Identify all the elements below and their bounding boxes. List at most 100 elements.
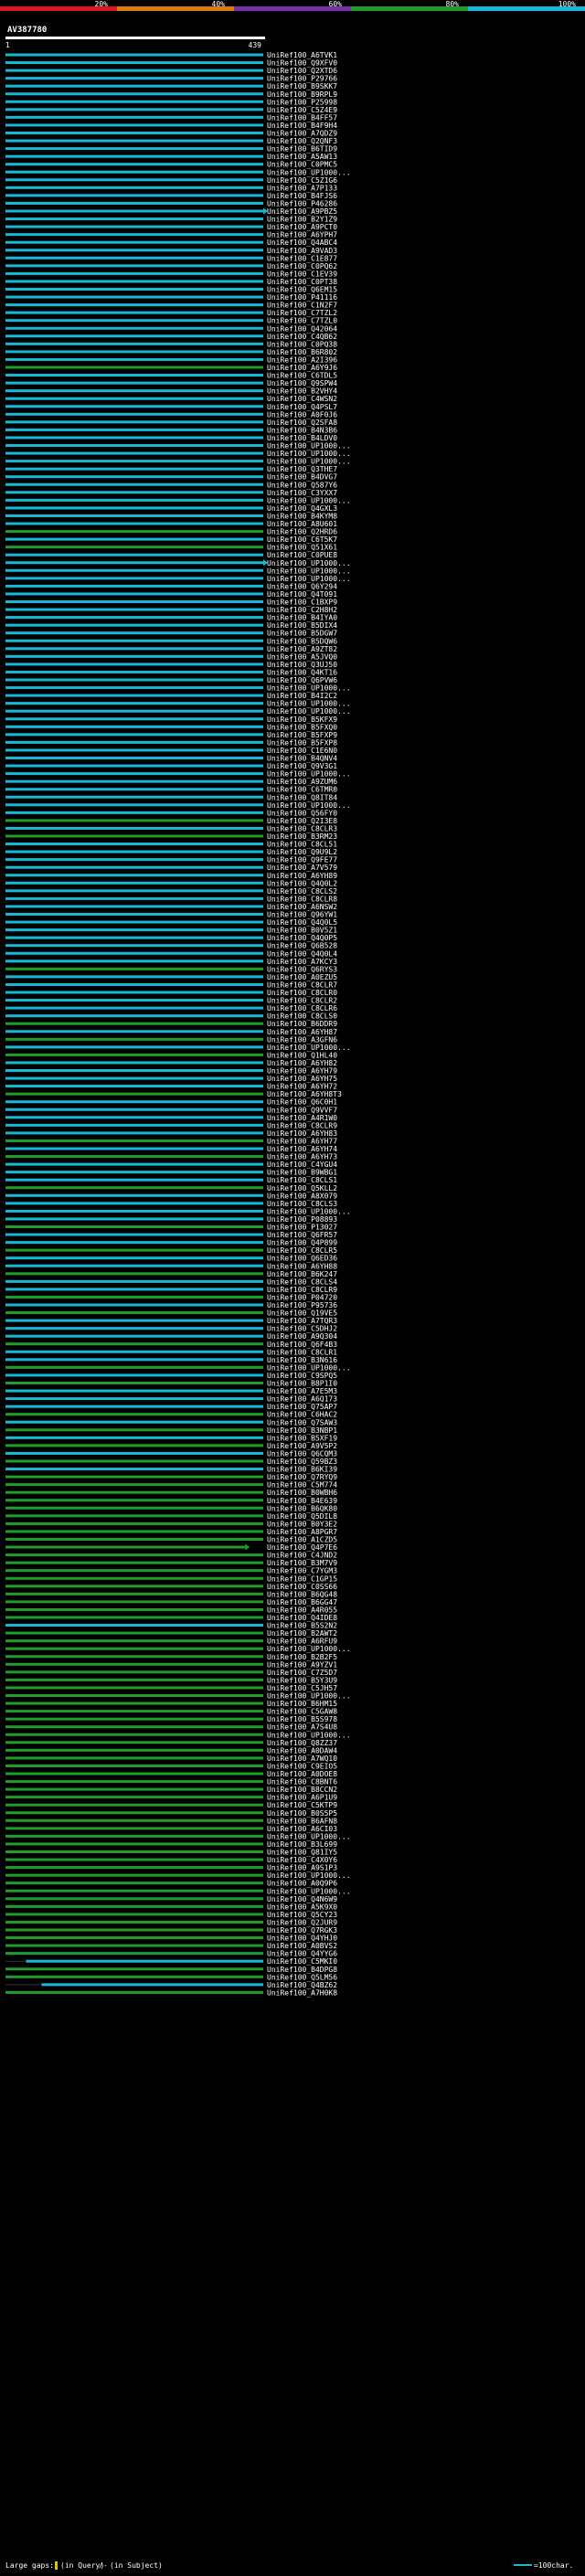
hit-bar[interactable] [5,1006,263,1010]
hit-bar[interactable] [5,522,263,525]
hit-bar[interactable] [5,1827,263,1830]
hit-bar[interactable] [5,233,263,237]
hit-bar[interactable] [5,186,263,189]
hit-bar[interactable] [5,1147,263,1150]
hit-bar[interactable] [5,913,263,916]
hit-bar[interactable] [5,1920,263,1924]
hit-bar[interactable] [5,1803,263,1807]
hit-bar[interactable] [5,295,263,299]
hit-bar[interactable] [5,811,263,814]
hit-bar[interactable] [5,928,263,932]
hit-bar[interactable] [5,1787,263,1791]
hit-bar[interactable] [5,342,263,345]
hit-bar[interactable] [5,412,263,416]
hit-bar[interactable] [5,1319,263,1322]
hit-bar[interactable] [5,944,263,948]
hit-bar[interactable] [5,1171,263,1174]
hit-bar[interactable] [5,1365,263,1369]
hit-bar[interactable] [5,1475,263,1479]
hit-bar[interactable] [5,1585,263,1588]
hit-bar[interactable] [5,1451,263,1455]
hit-bar[interactable] [5,1686,263,1690]
hit-bar[interactable] [5,991,263,994]
hit-bar[interactable] [5,1725,263,1729]
hit-bar[interactable] [5,1561,263,1564]
hit-bar[interactable] [5,654,263,658]
hit-bar[interactable] [5,865,263,869]
hit-bar[interactable] [5,1444,263,1447]
hit-bar[interactable] [5,1264,263,1267]
hit-bar[interactable] [5,350,263,354]
hit-bar[interactable] [5,139,263,143]
hit-bar[interactable] [5,795,263,799]
hit-bar[interactable] [5,374,263,377]
hit-bar[interactable] [5,1061,263,1065]
hit-bar[interactable] [5,1186,263,1190]
hit-bar[interactable] [5,1897,263,1901]
hit-bar[interactable] [5,115,263,119]
hit-bar[interactable] [5,553,263,557]
hit-bar[interactable] [5,1733,263,1736]
hit-bar[interactable] [5,1045,263,1049]
hit-bar[interactable] [5,1741,263,1744]
hit-bar[interactable] [5,147,263,151]
hit-bar[interactable] [26,1959,264,1963]
hit-bar[interactable] [5,1209,263,1213]
hit-bar[interactable] [5,1514,263,1518]
hit-bar[interactable] [5,1701,263,1705]
hit-bar[interactable] [5,1607,263,1611]
hit-bar[interactable] [5,178,263,182]
hit-bar[interactable] [5,670,263,673]
hit-bar[interactable] [5,1975,263,1978]
hit-bar[interactable] [5,334,263,338]
hit-bar[interactable] [5,1382,263,1384]
hit-bar[interactable] [5,209,263,213]
hit-bar[interactable] [5,1373,263,1377]
hit-bar[interactable] [5,475,263,479]
hit-bar[interactable] [5,311,263,314]
hit-label[interactable]: UniRef100_A7H0K8 [267,1988,337,1997]
hit-bar[interactable] [5,702,263,705]
hit-bar[interactable] [5,1858,263,1861]
hit-bar[interactable] [5,1389,263,1393]
hit-bar[interactable] [5,757,263,759]
hit-bar[interactable] [5,819,263,822]
hit-bar[interactable] [5,1037,263,1041]
hit-bar[interactable] [5,1756,263,1760]
hit-bar[interactable] [5,357,263,361]
hit-bar[interactable] [5,568,263,572]
hit-bar[interactable] [5,561,263,565]
hit-bar[interactable] [5,733,263,737]
hit-bar[interactable] [5,1350,263,1353]
hit-bar[interactable] [5,1530,263,1533]
hit-bar[interactable] [5,1202,263,1205]
hit-bar[interactable] [5,1842,263,1846]
hit-bar[interactable] [5,1428,263,1432]
hit-bar[interactable] [5,881,263,885]
hit-bar[interactable] [5,1678,263,1681]
hit-bar[interactable] [5,467,263,471]
hit-bar[interactable] [5,1655,263,1659]
hit-bar[interactable] [5,975,263,979]
hit-bar[interactable] [5,694,263,697]
hit-bar[interactable] [5,999,263,1002]
hit-bar[interactable] [5,460,263,463]
hit-bar[interactable] [5,163,263,166]
hit-bar[interactable] [5,1327,263,1330]
hit-bar[interactable] [5,92,263,96]
hit-bar[interactable] [5,1178,263,1182]
hit-bar[interactable] [5,858,263,862]
hit-bar[interactable] [5,1085,263,1088]
hit-bar[interactable] [5,1108,263,1111]
hit-bar[interactable] [5,84,263,88]
hit-bar[interactable] [5,951,263,955]
hit-bar[interactable] [5,303,263,307]
hit-bar[interactable] [5,1913,263,1916]
hit-bar[interactable] [5,1592,263,1595]
hit-bar[interactable] [5,1600,263,1604]
hit-bar[interactable] [5,1342,263,1346]
hit-bar[interactable] [5,1616,263,1619]
hit-bar[interactable] [5,1155,263,1159]
hit-bar[interactable] [5,1631,263,1635]
hit-bar[interactable] [5,639,263,642]
